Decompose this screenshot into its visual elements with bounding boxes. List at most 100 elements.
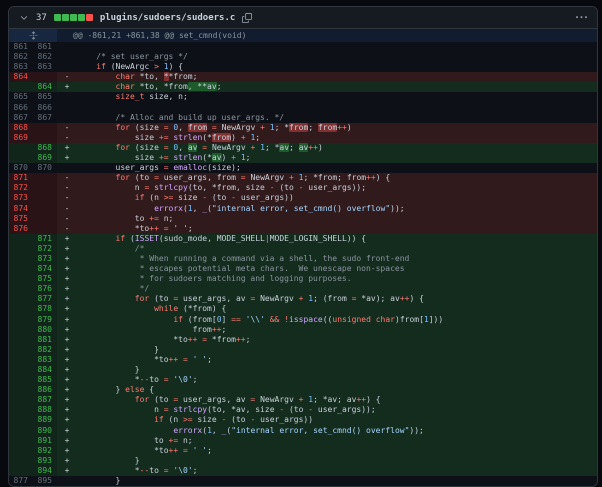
new-line-number[interactable]: 872 xyxy=(33,244,57,254)
old-line-number[interactable] xyxy=(9,244,33,254)
new-line-number[interactable]: 875 xyxy=(33,274,57,284)
new-line-number[interactable]: 876 xyxy=(33,284,57,294)
diff-row: 868- for (size = 0, from = NewArgv + 1; … xyxy=(9,123,597,133)
old-line-number[interactable]: 876 xyxy=(9,224,33,234)
new-line-number[interactable]: 869 xyxy=(33,153,57,163)
new-line-number[interactable]: 882 xyxy=(33,345,57,355)
new-line-number[interactable]: 895 xyxy=(33,476,57,486)
new-line-number[interactable] xyxy=(33,173,57,183)
old-line-number[interactable]: 867 xyxy=(9,113,33,123)
file-path-link[interactable]: plugins/sudoers/sudoers.c xyxy=(100,13,235,23)
old-line-number[interactable]: 872 xyxy=(9,183,33,193)
new-line-number[interactable] xyxy=(33,123,57,133)
new-line-number[interactable]: 867 xyxy=(33,113,57,123)
new-line-number[interactable]: 881 xyxy=(33,335,57,345)
old-line-number[interactable] xyxy=(9,365,33,375)
new-line-number[interactable]: 887 xyxy=(33,395,57,405)
old-line-number[interactable]: 869 xyxy=(9,133,33,143)
old-line-number[interactable] xyxy=(9,426,33,436)
new-line-number[interactable] xyxy=(33,214,57,224)
new-line-number[interactable]: 880 xyxy=(33,325,57,335)
new-line-number[interactable]: 886 xyxy=(33,385,57,395)
old-line-number[interactable]: 875 xyxy=(9,214,33,224)
new-line-number[interactable]: 892 xyxy=(33,446,57,456)
old-line-number[interactable] xyxy=(9,375,33,385)
new-line-number[interactable]: 863 xyxy=(33,62,57,72)
old-line-number[interactable] xyxy=(9,456,33,466)
old-line-number[interactable] xyxy=(9,345,33,355)
old-line-number[interactable] xyxy=(9,436,33,446)
new-line-number[interactable]: 877 xyxy=(33,294,57,304)
new-line-number[interactable]: 888 xyxy=(33,405,57,415)
expand-hunk-button[interactable] xyxy=(9,29,57,42)
new-line-number[interactable]: 874 xyxy=(33,264,57,274)
old-line-number[interactable] xyxy=(9,446,33,456)
diff-row: 882+ } xyxy=(9,345,597,355)
old-line-number[interactable] xyxy=(9,143,33,153)
new-line-number[interactable]: 878 xyxy=(33,304,57,314)
old-line-number[interactable] xyxy=(9,405,33,415)
old-line-number[interactable] xyxy=(9,304,33,314)
old-line-number[interactable]: 866 xyxy=(9,103,33,113)
new-line-number[interactable] xyxy=(33,193,57,203)
old-line-number[interactable]: 871 xyxy=(9,173,33,183)
old-line-number[interactable] xyxy=(9,264,33,274)
old-line-number[interactable] xyxy=(9,234,33,244)
old-line-number[interactable]: 863 xyxy=(9,62,33,72)
new-line-number[interactable]: 861 xyxy=(33,42,57,52)
old-line-number[interactable] xyxy=(9,395,33,405)
diff-row: 879+ if (from[0] == '\\' && !isspace((un… xyxy=(9,315,597,325)
new-line-number[interactable]: 884 xyxy=(33,365,57,375)
old-line-number[interactable]: 865 xyxy=(9,92,33,102)
file-options-button[interactable] xyxy=(576,12,587,23)
old-line-number[interactable]: 868 xyxy=(9,123,33,133)
new-line-number[interactable]: 868 xyxy=(33,143,57,153)
old-line-number[interactable] xyxy=(9,335,33,345)
new-line-number[interactable]: 879 xyxy=(33,315,57,325)
new-line-number[interactable]: 883 xyxy=(33,355,57,365)
new-line-number[interactable] xyxy=(33,204,57,214)
old-line-number[interactable] xyxy=(9,315,33,325)
new-line-number[interactable]: 885 xyxy=(33,375,57,385)
old-line-number[interactable]: 862 xyxy=(9,52,33,62)
new-line-number[interactable] xyxy=(33,183,57,193)
diff-marker xyxy=(57,103,77,113)
old-line-number[interactable] xyxy=(9,355,33,365)
old-line-number[interactable]: 870 xyxy=(9,163,33,173)
old-line-number[interactable] xyxy=(9,325,33,335)
new-line-number[interactable]: 871 xyxy=(33,234,57,244)
new-line-number[interactable]: 889 xyxy=(33,415,57,425)
old-line-number[interactable] xyxy=(9,284,33,294)
new-line-number[interactable]: 866 xyxy=(33,103,57,113)
old-line-number[interactable]: 877 xyxy=(9,476,33,486)
old-line-number[interactable] xyxy=(9,254,33,264)
new-line-number[interactable]: 864 xyxy=(33,82,57,92)
new-line-number[interactable]: 890 xyxy=(33,426,57,436)
code-line: * When running a command via a shell, th… xyxy=(77,254,597,264)
old-line-number[interactable] xyxy=(9,415,33,425)
old-line-number[interactable]: 864 xyxy=(9,72,33,82)
old-line-number[interactable]: 873 xyxy=(9,193,33,203)
old-line-number[interactable] xyxy=(9,82,33,92)
new-line-number[interactable]: 873 xyxy=(33,254,57,264)
old-line-number[interactable] xyxy=(9,385,33,395)
old-line-number[interactable] xyxy=(9,274,33,284)
file-diff-card: 37 plugins/sudoers/sudoers.c @@ -861,21 … xyxy=(8,6,598,487)
new-line-number[interactable]: 862 xyxy=(33,52,57,62)
new-line-number[interactable]: 893 xyxy=(33,456,57,466)
old-line-number[interactable] xyxy=(9,153,33,163)
new-line-number[interactable] xyxy=(33,133,57,143)
old-line-number[interactable] xyxy=(9,294,33,304)
new-line-number[interactable]: 894 xyxy=(33,466,57,476)
old-line-number[interactable]: 874 xyxy=(9,204,33,214)
diff-row: 878+ while (*from) { xyxy=(9,304,597,314)
copy-path-button[interactable] xyxy=(242,13,252,23)
new-line-number[interactable]: 891 xyxy=(33,436,57,446)
new-line-number[interactable] xyxy=(33,72,57,82)
collapse-file-button[interactable] xyxy=(19,13,29,23)
new-line-number[interactable]: 870 xyxy=(33,163,57,173)
new-line-number[interactable]: 865 xyxy=(33,92,57,102)
old-line-number[interactable]: 861 xyxy=(9,42,33,52)
old-line-number[interactable] xyxy=(9,466,33,476)
new-line-number[interactable] xyxy=(33,224,57,234)
